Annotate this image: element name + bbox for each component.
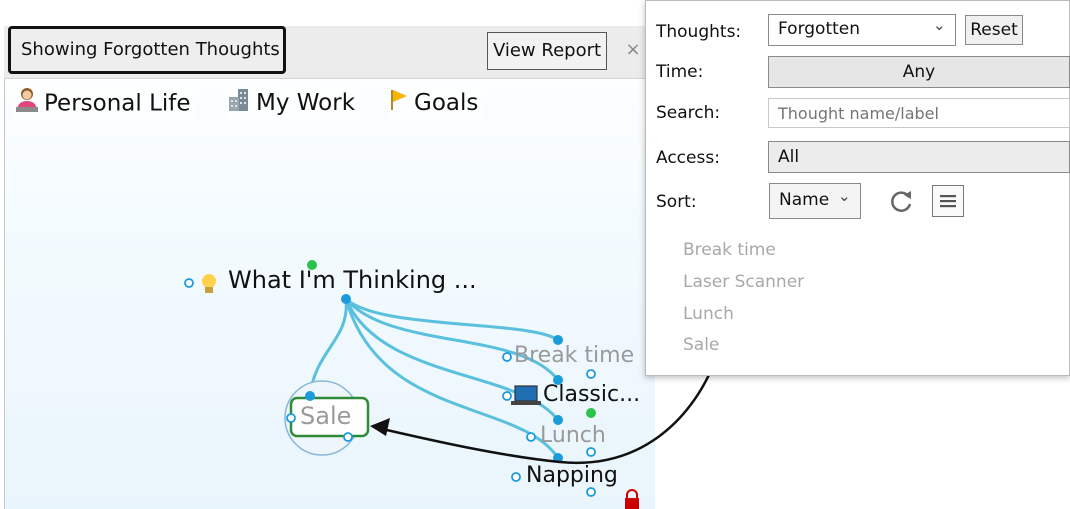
- bulb-icon: [202, 274, 216, 293]
- thoughts-select-value: Forgotten: [778, 19, 861, 39]
- arrowhead: [370, 418, 390, 436]
- thoughts-label: Thoughts:: [656, 22, 742, 42]
- central-thought[interactable]: What I'm Thinking ...: [228, 266, 477, 294]
- node-dot: [341, 294, 351, 304]
- access-select[interactable]: All: [768, 141, 1070, 173]
- node-dot: [305, 391, 315, 401]
- lock-icon: [625, 489, 639, 509]
- result-item[interactable]: Laser Scanner: [683, 270, 804, 294]
- result-item[interactable]: Break time: [683, 238, 776, 262]
- list-view-icon[interactable]: [932, 185, 964, 217]
- sort-select[interactable]: Name ⌄: [769, 183, 861, 219]
- thought-break-time[interactable]: Break time: [514, 343, 634, 368]
- thought-napping[interactable]: Napping: [526, 463, 618, 488]
- callout-arrow: [377, 365, 715, 465]
- sort-label: Sort:: [656, 192, 697, 212]
- refresh-icon[interactable]: [885, 185, 917, 217]
- time-select[interactable]: Any: [768, 56, 1070, 88]
- search-input[interactable]: [768, 98, 1070, 128]
- thoughts-select[interactable]: Forgotten ⌄: [768, 14, 956, 46]
- result-item[interactable]: Lunch: [683, 302, 734, 326]
- chevron-down-icon: ⌄: [933, 16, 946, 34]
- chevron-down-icon: ⌄: [838, 187, 851, 205]
- search-label: Search:: [656, 103, 721, 123]
- sort-select-value: Name: [779, 190, 830, 210]
- access-label: Access:: [656, 148, 720, 168]
- reset-button[interactable]: Reset: [965, 15, 1023, 45]
- laptop-icon: [511, 385, 541, 405]
- thought-lunch[interactable]: Lunch: [540, 423, 606, 448]
- time-label: Time:: [656, 62, 704, 82]
- thought-classic[interactable]: Classic...: [543, 382, 640, 407]
- result-item-sale[interactable]: Sale: [683, 333, 719, 357]
- active-dot: [586, 408, 596, 418]
- thought-sale[interactable]: Sale: [300, 402, 351, 430]
